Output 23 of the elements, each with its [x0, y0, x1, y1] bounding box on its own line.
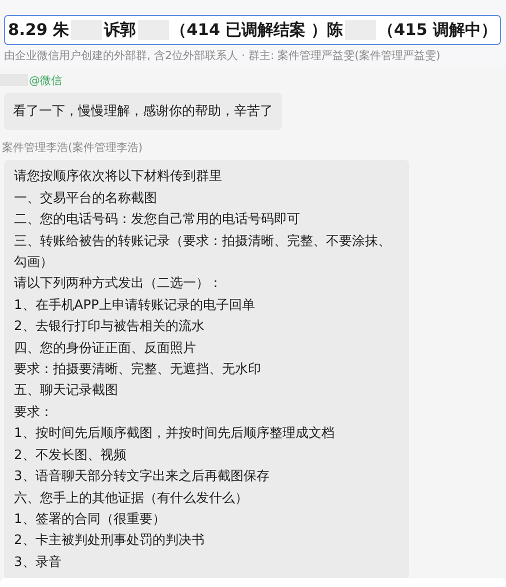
message-line: 要求：拍摄要清晰、完整、无遮挡、无水印	[14, 361, 262, 380]
message-line: 五、聊天记录截图	[14, 382, 119, 400]
message-line: 2、卡主被判处刑事处罚的判决书	[14, 532, 206, 550]
message-line: 三、转账给被告的转账记录（要求：拍摄清晰、完整、不要涂抹、勾画）	[14, 232, 392, 272]
message-line: 1、签署的合同（很重要）	[14, 510, 166, 529]
message-line: 2、不发长图、视频	[14, 446, 128, 465]
message-line: 请您按顺序依次将以下材料传到群里	[14, 168, 223, 186]
message-line: 一、交易平台的名称截图	[14, 190, 158, 208]
sender-name: 案件管理李浩(案件管理李浩)	[1, 140, 143, 155]
message-line: 二、您的电话号码：发您自己常用的电话号码即可	[14, 211, 301, 230]
message-line: 3、录音	[14, 554, 62, 572]
message-line: 看了一下，慢慢理解，感谢你的帮助，辛苦了	[13, 103, 273, 121]
message-line: 请以下列两种方式发出（二选一）：	[14, 275, 223, 294]
sender-tag: @微信	[29, 72, 62, 88]
group-title-field[interactable]: 8.29 朱 诉郭 （414 已调解结案 ）陈 （415 调解中）	[4, 15, 501, 45]
message-line: 2、去银行打印与被告相关的流水	[14, 318, 206, 336]
message-line: 要求：	[14, 404, 54, 422]
message-line: 3、语音聊天部分转文字出来之后再截图保存	[14, 468, 270, 486]
message-line: 六、您手上的其他证据（有什么发什么）	[14, 490, 249, 508]
message-line: 四、您的身份证正面、反面照片	[14, 340, 197, 358]
message-line: 1、按时间先后顺序截图，并按时间先后顺序整理成文档	[14, 425, 336, 444]
group-description: 由企业微信用户创建的外部群, 含2位外部联系人 · 群主: 案件管理严益雯(案件管理严益雯)	[4, 48, 442, 63]
message-line: 1、在手机APP上申请转账记录的电子回单	[14, 296, 256, 315]
